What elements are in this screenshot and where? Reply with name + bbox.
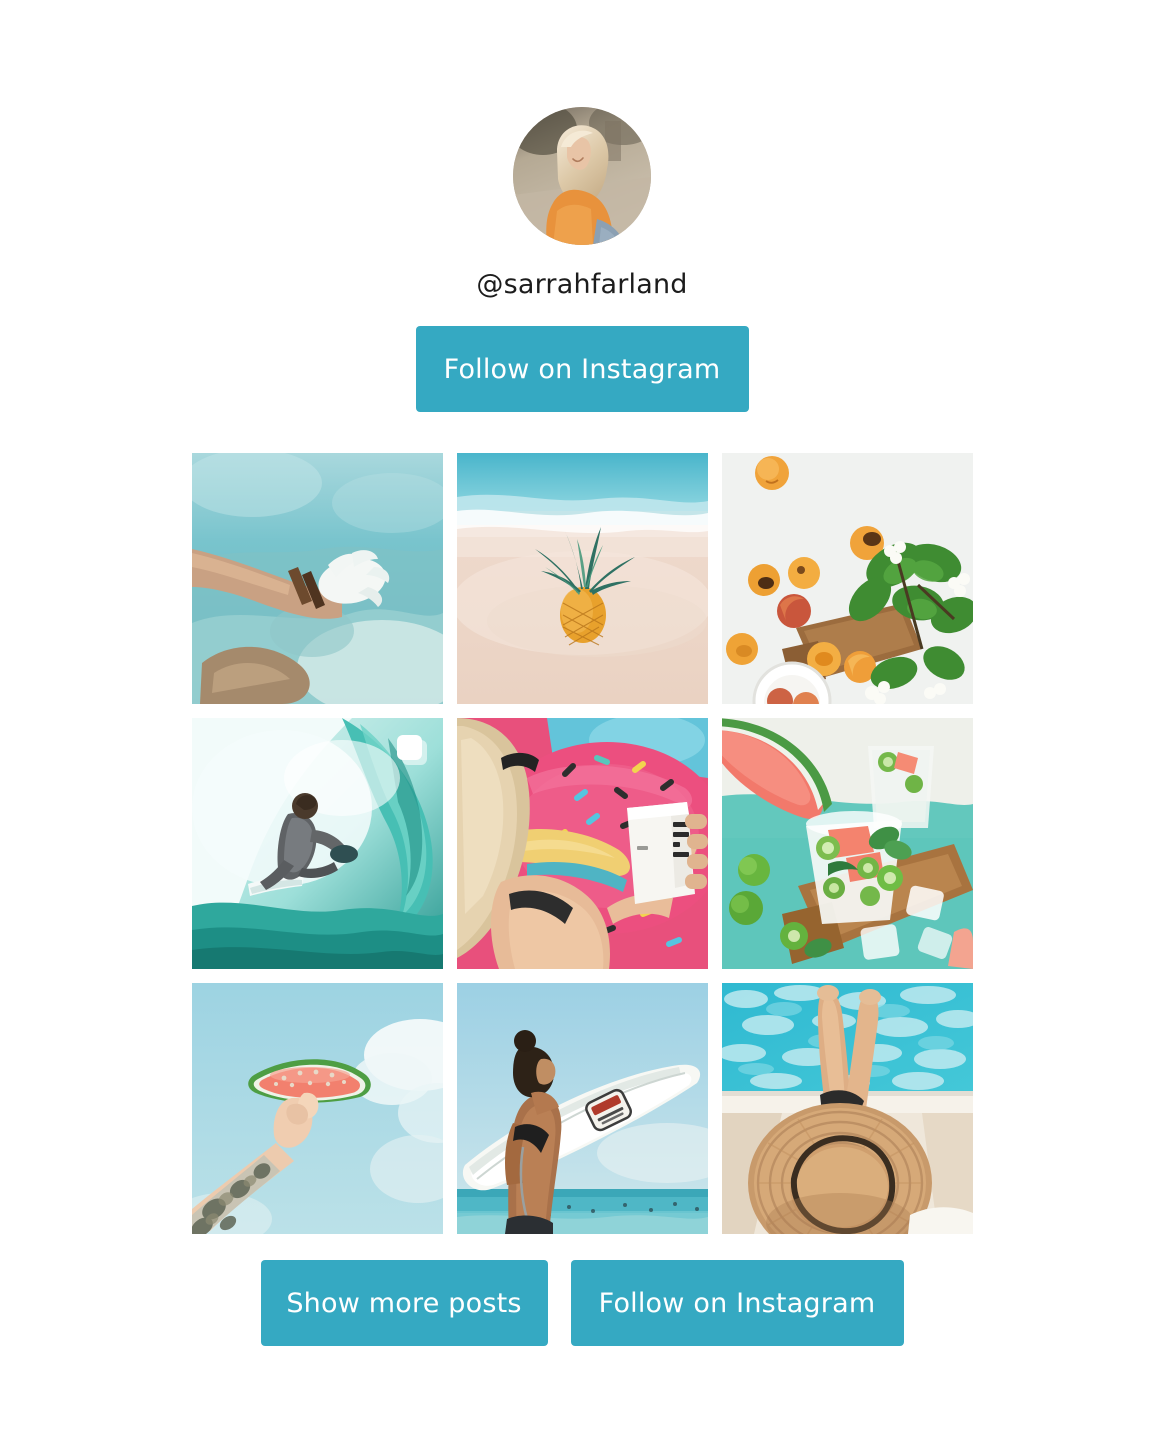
post-tile-9[interactable] bbox=[722, 983, 973, 1234]
post-tile-6[interactable] bbox=[722, 718, 973, 969]
post-tile-8[interactable] bbox=[457, 983, 708, 1234]
post-image-surfer-barrel-wave bbox=[192, 718, 443, 969]
post-image-apricots-flatlay bbox=[722, 453, 973, 704]
post-grid bbox=[192, 453, 973, 1234]
widget-footer: Show more posts Follow on Instagram bbox=[0, 1260, 1164, 1346]
post-tile-7[interactable] bbox=[192, 983, 443, 1234]
follow-on-instagram-button-bottom[interactable]: Follow on Instagram bbox=[570, 1260, 904, 1346]
post-image-watermelon-cocktail bbox=[722, 718, 973, 969]
widget-header: @sarrahfarland Follow on Instagram bbox=[415, 0, 749, 412]
avatar-image bbox=[513, 107, 651, 245]
post-tile-2[interactable] bbox=[457, 453, 708, 704]
post-tile-5[interactable] bbox=[457, 718, 708, 969]
follow-on-instagram-button-top[interactable]: Follow on Instagram bbox=[415, 326, 749, 412]
post-image-donut-float-boxed-water bbox=[457, 718, 708, 969]
post-image-watermelon-slice-sky bbox=[192, 983, 443, 1234]
post-tile-3[interactable] bbox=[722, 453, 973, 704]
profile-username: @sarrahfarland bbox=[476, 269, 688, 300]
instagram-feed-widget: @sarrahfarland Follow on Instagram Show … bbox=[0, 0, 1164, 1445]
post-tile-4[interactable] bbox=[192, 718, 443, 969]
post-image-straw-hat-pool bbox=[722, 983, 973, 1234]
post-tile-1[interactable] bbox=[192, 453, 443, 704]
avatar[interactable] bbox=[513, 107, 651, 245]
show-more-posts-button[interactable]: Show more posts bbox=[260, 1260, 548, 1346]
post-image-pineapple-beach bbox=[457, 453, 708, 704]
post-image-surfboard-beach bbox=[457, 983, 708, 1234]
post-image-underwater-hand bbox=[192, 453, 443, 704]
